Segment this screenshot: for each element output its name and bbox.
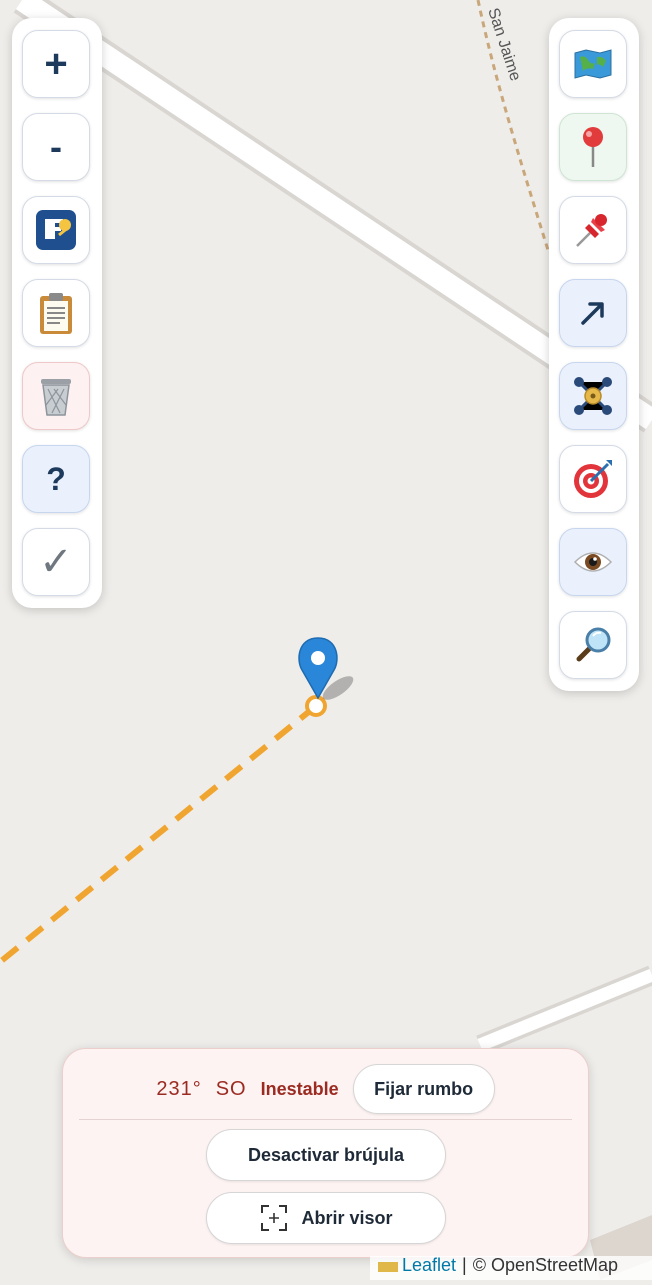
direction-button[interactable] [559, 279, 627, 347]
zoom-out-button[interactable]: - [22, 113, 90, 181]
compass-panel: 231° SO Inestable Fijar rumbo Desactivar… [62, 1048, 589, 1258]
trash-icon [41, 379, 71, 416]
clipboard-button[interactable] [22, 279, 90, 347]
heading-status: Inestable [260, 1078, 339, 1099]
edit-track-button[interactable] [22, 196, 90, 264]
edit-icon [36, 210, 76, 250]
pushpin-icon [576, 214, 607, 247]
attribution-separator: | [462, 1256, 467, 1275]
network-button[interactable] [559, 362, 627, 430]
pin-point-button[interactable] [559, 196, 627, 264]
target-button[interactable] [559, 445, 627, 513]
clipboard-icon [40, 293, 72, 334]
ukraine-flag-icon [378, 1262, 398, 1272]
route-vertex[interactable] [305, 695, 327, 717]
heading-direction: SO [215, 1077, 247, 1100]
compass-heading-row: 231° SO Inestable Fijar rumbo [63, 1063, 588, 1115]
open-viewer-button[interactable]: Abrir visor [206, 1192, 446, 1244]
map-icon [574, 49, 612, 79]
minus-icon: - [50, 126, 62, 167]
target-icon [574, 460, 612, 498]
path-line [476, 0, 550, 251]
route-line [0, 703, 318, 965]
street-label: San Jaime [484, 6, 524, 83]
viewfinder-icon [261, 1205, 288, 1231]
left-toolbar: + - ? ✓ [12, 18, 102, 608]
heading-degrees: 231° [156, 1077, 202, 1100]
zoom-in-button[interactable]: + [22, 30, 90, 98]
map-layers-button[interactable] [559, 30, 627, 98]
panel-divider [79, 1119, 572, 1120]
help-button[interactable]: ? [22, 445, 90, 513]
search-button[interactable] [559, 611, 627, 679]
osm-attribution[interactable]: © OpenStreetMap [473, 1256, 618, 1274]
arrow-icon [581, 302, 604, 325]
leaflet-link[interactable]: Leaflet [402, 1256, 456, 1274]
checkmark-icon: ✓ [39, 540, 73, 584]
fix-heading-button[interactable]: Fijar rumbo [352, 1064, 495, 1114]
place-marker-button[interactable] [559, 113, 627, 181]
plus-icon: + [44, 42, 68, 86]
question-icon: ? [46, 460, 66, 497]
magnifier-icon [576, 627, 611, 662]
disable-compass-button[interactable]: Desactivar brújula [206, 1129, 446, 1181]
eye-icon [573, 552, 613, 572]
round-pin-icon [583, 127, 603, 167]
nodes-icon [574, 377, 612, 415]
delete-button[interactable] [22, 362, 90, 430]
map-attribution: Leaflet | © OpenStreetMap [370, 1256, 652, 1280]
right-toolbar [549, 18, 639, 691]
visibility-button[interactable] [559, 528, 627, 596]
open-viewer-label: Abrir visor [301, 1207, 393, 1228]
confirm-button[interactable]: ✓ [22, 528, 90, 596]
